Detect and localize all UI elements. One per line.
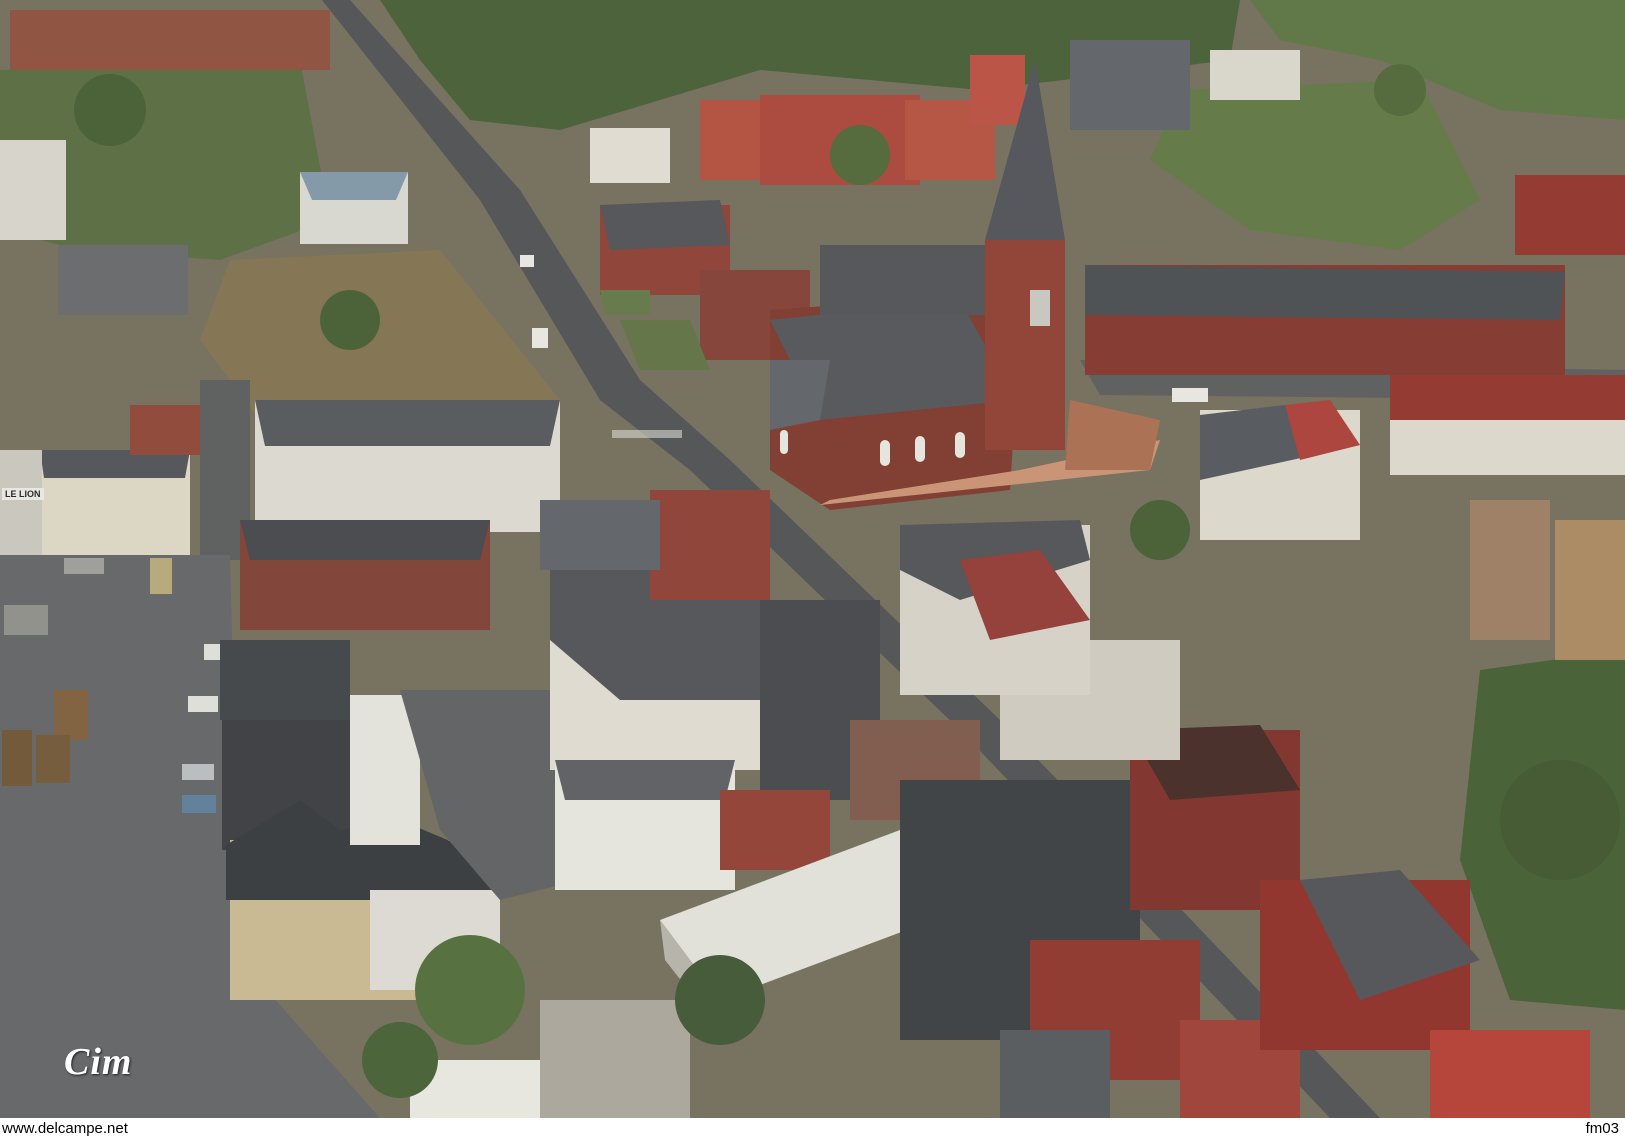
aerial-photo: LE LION Cim: [0, 0, 1625, 1118]
aerial-scene: [0, 0, 1625, 1118]
photo-tint: [0, 0, 1625, 1118]
postcard: LE LION Cim www.delcampe.net fm03: [0, 0, 1625, 1139]
shop-sign-text: LE LION: [2, 488, 44, 500]
watermark-left: www.delcampe.net: [2, 1120, 128, 1137]
publisher-logo: Cim: [64, 1041, 133, 1083]
watermark-right: fm03: [1585, 1120, 1619, 1137]
